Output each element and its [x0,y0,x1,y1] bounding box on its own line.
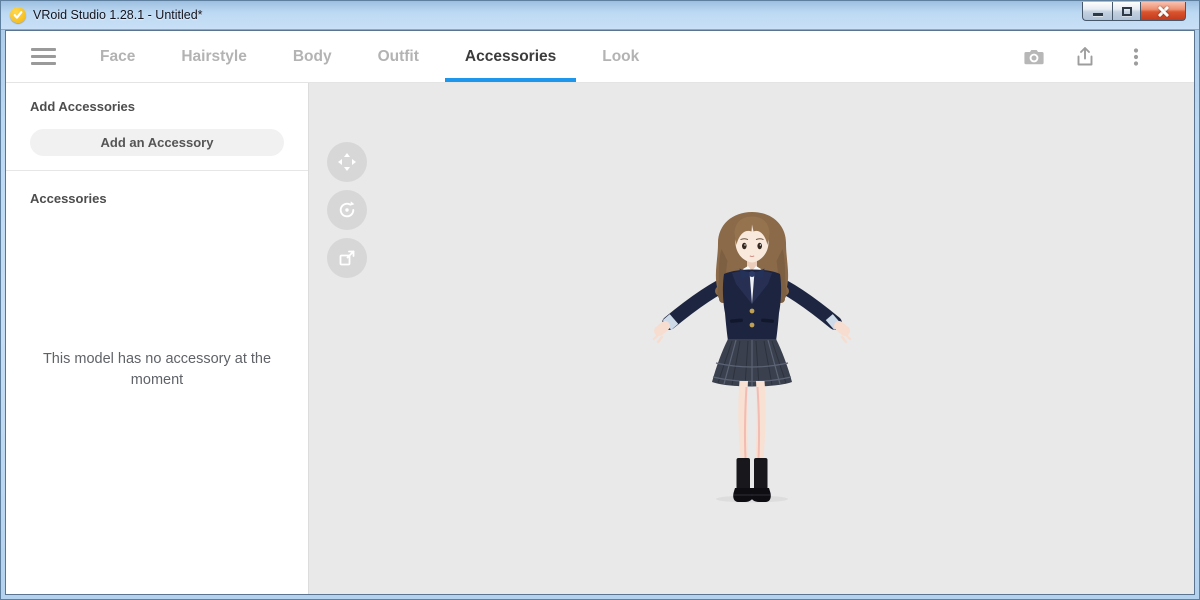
window-title: VRoid Studio 1.28.1 - Untitled* [33,8,203,22]
maximize-button[interactable] [1112,2,1141,21]
hamburger-icon [31,44,56,69]
export-share-icon [1073,45,1097,69]
more-options-button[interactable] [1124,45,1148,69]
tab-look[interactable]: Look [582,31,659,82]
kebab-menu-icon [1124,45,1148,69]
close-button[interactable] [1141,2,1186,21]
tab-accessories[interactable]: Accessories [445,31,576,82]
maximize-icon [1122,7,1132,16]
rotate-icon [335,198,359,222]
tab-group: Face Hairstyle Body Outfit Accessories L… [80,31,659,82]
rotate-model-button[interactable] [327,190,367,230]
accessories-list-heading: Accessories [30,191,284,206]
viewport-toolbar [327,142,367,278]
minimize-button[interactable] [1082,2,1112,21]
main-tabbar: Face Hairstyle Body Outfit Accessories L… [6,31,1194,83]
tab-face[interactable]: Face [80,31,155,82]
vroid-logo-icon [10,7,26,23]
add-accessories-heading: Add Accessories [30,99,284,114]
tab-outfit[interactable]: Outfit [358,31,439,82]
minimize-icon [1093,13,1103,16]
camera-icon [1022,45,1046,69]
camera-button[interactable] [1022,45,1046,69]
empty-accessories-message: This model has no accessory at the momen… [37,349,277,391]
accessories-sidebar: Add Accessories Add an Accessory Accesso… [6,83,309,594]
export-button[interactable] [1073,45,1097,69]
character-model[interactable] [652,211,852,503]
hamburger-menu-button[interactable] [6,31,80,82]
close-icon [1157,5,1169,17]
move-model-button[interactable] [327,142,367,182]
app-content: Face Hairstyle Body Outfit Accessories L… [5,30,1195,595]
move-icon [335,150,359,174]
app-window: VRoid Studio 1.28.1 - Untitled* Face Hai… [0,0,1200,600]
fit-view-icon [335,246,359,270]
add-accessory-button[interactable]: Add an Accessory [30,129,284,156]
tabbar-actions [1022,31,1194,82]
model-viewport[interactable] [309,83,1194,594]
tab-body[interactable]: Body [273,31,352,82]
titlebar[interactable]: VRoid Studio 1.28.1 - Untitled* [1,1,1199,30]
tab-hairstyle[interactable]: Hairstyle [161,31,266,82]
fit-view-button[interactable] [327,238,367,278]
